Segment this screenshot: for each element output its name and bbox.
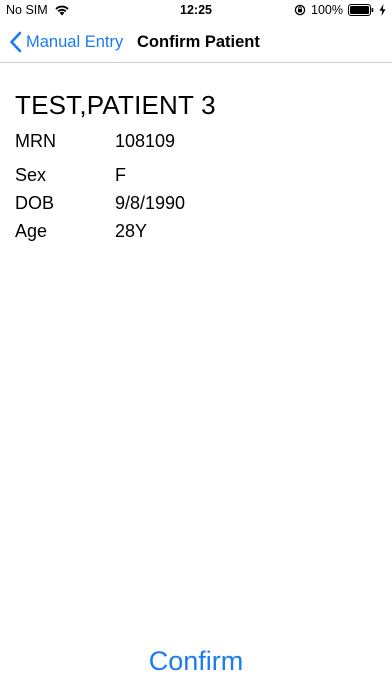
- status-bar: No SIM 12:25 100%: [0, 0, 392, 22]
- confirm-button[interactable]: Confirm: [0, 646, 392, 677]
- mrn-row: MRN 108109: [15, 131, 175, 152]
- back-button[interactable]: Manual Entry: [9, 22, 123, 62]
- age-value: 28Y: [115, 221, 148, 241]
- mrn-label: MRN: [15, 131, 56, 151]
- confirm-patient-screen: No SIM 12:25 100% Manual Entry Confirm P…: [0, 0, 392, 696]
- age-row: Age 28Y: [15, 221, 147, 242]
- age-label: Age: [15, 221, 48, 241]
- dob-value: 9/8/1990: [115, 193, 186, 213]
- dob-row: DOB 9/8/1990: [15, 193, 185, 214]
- chevron-left-icon: [9, 31, 22, 53]
- dob-label: DOB: [15, 193, 55, 213]
- sex-label: Sex: [15, 165, 47, 185]
- battery-icon: [348, 4, 374, 16]
- orientation-lock-icon: [294, 4, 306, 16]
- back-button-label: Manual Entry: [26, 32, 124, 51]
- mrn-value: 108109: [115, 131, 176, 151]
- status-right: 100%: [294, 3, 386, 17]
- charging-icon: [379, 4, 386, 16]
- sex-row: Sex F: [15, 165, 126, 186]
- battery-percent: 100%: [311, 3, 343, 17]
- patient-name: TEST,PATIENT 3: [15, 90, 216, 120]
- sex-value: F: [115, 165, 126, 185]
- navigation-bar: Manual Entry Confirm Patient: [0, 22, 392, 63]
- page-title: Confirm Patient: [137, 32, 260, 51]
